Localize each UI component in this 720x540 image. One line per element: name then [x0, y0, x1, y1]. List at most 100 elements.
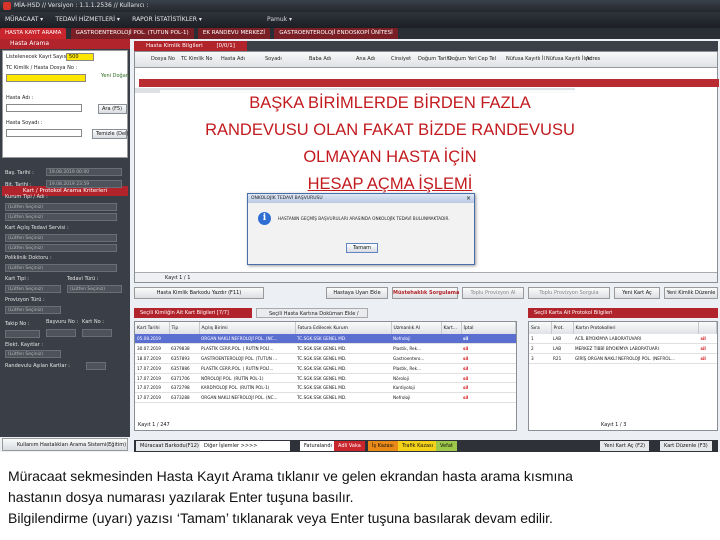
add-warning-button[interactable]: Hastaya Uyarı Ekle — [326, 287, 388, 299]
col-kart[interactable]: Kart... — [441, 322, 462, 334]
col-kart-protokolleri[interactable]: Kartın Protokolleri — [573, 322, 699, 334]
col-cinsiyet[interactable]: Cinsiyet — [391, 56, 411, 62]
surname-input[interactable] — [6, 129, 82, 137]
basvuru-no-input[interactable] — [46, 329, 76, 337]
print-barcode-button[interactable]: Hasta Kimlik Barkodu Yazdır (F11) — [134, 287, 264, 299]
new-born-label[interactable]: Yeni Doğan — [101, 73, 129, 79]
delete-link[interactable]: sil — [698, 353, 717, 364]
kurum-select[interactable]: (Lütfen Seçiniz) — [5, 203, 117, 211]
kurum-name-select[interactable]: (Lütfen Seçiniz) — [5, 213, 117, 221]
col-nufus-ilce[interactable]: Nüfusa Kayıtlı İlçe — [546, 56, 591, 62]
start-date-input[interactable]: 19.08.2019 00:00 — [46, 168, 122, 176]
app-logo-icon — [3, 2, 11, 10]
name-input[interactable] — [6, 104, 82, 112]
other-actions-button[interactable]: Diğer İşlemler >>>> — [200, 441, 290, 451]
menu-muracaat[interactable]: MÜRACAAT ▾ — [0, 12, 48, 28]
document-tab[interactable]: Seçili Hasta Kartına Doküman Ekle / Görü… — [256, 308, 368, 327]
delete-link[interactable]: sil — [461, 382, 516, 394]
col-tc[interactable]: TC Kimlik No — [181, 56, 212, 62]
table-cell — [441, 373, 461, 384]
muracaat-barcode-button[interactable]: Müracaat Barkodu(F12) — [136, 441, 203, 451]
menu-rapor[interactable]: RAPOR İSTATİSTİKLER ▾ — [127, 12, 207, 28]
delete-link[interactable]: sil — [461, 343, 516, 355]
menu-tedavi[interactable]: TEDAVİ HİZMETLERİ ▾ — [50, 12, 125, 28]
delete-link[interactable]: sil — [461, 392, 516, 404]
tab-gastro-endoskopi[interactable]: GASTROENTEROLOJİ ENDOSKOPİ ÜNİTESİ — [274, 28, 398, 39]
kart-no-input[interactable] — [82, 329, 112, 337]
table-row[interactable]: 30.07.2019 6379838 PLASTİK CERR.POL. ( RUT… — [135, 343, 516, 355]
bulk-provision-button[interactable]: Toplu Provizyon Al — [462, 287, 524, 299]
tedavi-turu-select[interactable]: (Lütfen Seçiniz) — [67, 285, 122, 293]
bulk-provision-query-button[interactable]: Toplu Provizyon Sorgula — [528, 287, 610, 299]
col-tip[interactable]: Tip — [169, 322, 200, 334]
selected-patient-row[interactable] — [139, 79, 719, 87]
col-uzmanlik[interactable]: Uzmanlık Al — [391, 322, 442, 334]
training-search-button[interactable]: Kullanım Hastalıkları Arama Sistemi(Eğit… — [2, 438, 128, 451]
col-dogum-tarihi[interactable]: Doğum Tarihi — [418, 56, 451, 62]
col-hasta-adi[interactable]: Hasta Adı — [221, 56, 245, 62]
col-ana-adi[interactable]: Ana Adı — [356, 56, 375, 62]
elekt-kayit-select[interactable]: (Lütfen Seçiniz) — [5, 350, 61, 358]
delete-link[interactable]: sil — [698, 343, 717, 355]
protocol-header: Seçili Karta Ait Protokol Bilgileri — [528, 308, 718, 318]
col-adres[interactable]: Adres — [586, 56, 600, 62]
tab-ek-randevu[interactable]: EK RANDEVU MERKEZİ — [197, 28, 270, 39]
table-row[interactable]: 1 LAB ACİL BİYOKİMYA LABORATUVARI sil — [529, 334, 717, 345]
table-row[interactable]: 18.07.2019 6357893 GASTROENTEROLOJİ POL. (… — [135, 353, 516, 364]
user-menu[interactable]: Pamuk ▾ — [262, 12, 297, 28]
col-fatura-kurum[interactable]: Fatura Edilecek Kurum — [295, 322, 392, 334]
ok-button[interactable]: Tamam — [346, 243, 378, 253]
delete-link[interactable]: sil — [461, 334, 516, 345]
tab-hasta-kayit-arama[interactable]: HASTA KAYIT ARAMA — [0, 28, 67, 39]
takip-no-input[interactable] — [5, 330, 40, 338]
end-date-input[interactable]: 19.08.2019 23:59 — [46, 180, 122, 188]
table-row[interactable]: 17.07.2019 6357886 PLASTİK CERR.POL. ( RUT… — [135, 363, 516, 374]
col-dogum-yeri[interactable]: Doğum Yeri — [448, 56, 477, 62]
col-prot[interactable]: Prot. — [551, 322, 574, 334]
new-card-button[interactable]: Yeni Kart Aç — [614, 287, 660, 299]
col-cep-tel[interactable]: Cep Tel — [478, 56, 496, 62]
delete-link[interactable]: sil — [461, 353, 516, 364]
col-baba-adi[interactable]: Baba Adı — [309, 56, 331, 62]
delete-link[interactable]: sil — [461, 363, 516, 374]
col-iptal[interactable]: İptal — [461, 322, 516, 334]
table-row[interactable]: 2 LAB MERKEZ TIBBİ BİYOKİMYA LABORATUARI si… — [529, 343, 717, 355]
identity-grid-pager[interactable]: Kayıt 1 / 1 — [135, 272, 717, 282]
delete-link[interactable]: sil — [698, 334, 717, 345]
kart-servis-select-2[interactable]: (Lütfen Seçiniz) — [5, 244, 117, 252]
table-row[interactable]: 3 R21 GİRİŞ ORGAN NAKLİ NEFROLOJİ POL. (NE… — [529, 353, 717, 364]
vefat-badge: Vefat — [436, 441, 457, 451]
card-grid-pager[interactable]: Kayıt 1 / 247 — [138, 422, 170, 428]
tab-gastro-pol[interactable]: GASTROENTEROLOJİ POL. (TUTUN POL-1) — [70, 28, 194, 39]
close-icon[interactable]: × — [466, 194, 471, 203]
delete-link[interactable]: sil — [461, 373, 516, 384]
table-row[interactable]: 17.07.2019 6372798 KARDİYOLOJİ POL. (RUTİN… — [135, 382, 516, 394]
new-card-f2-button[interactable]: Yeni Kart Aç (F2) — [600, 441, 650, 451]
table-cell: 17.07.2019 — [135, 382, 169, 394]
col-sira[interactable]: Sıra — [529, 322, 552, 334]
search-button[interactable]: Ara (F5) — [98, 104, 127, 114]
edit-card-f3-button[interactable]: Kart Düzenle (F3) — [660, 441, 712, 451]
col-acilis-birimi[interactable]: Açılış Birimi — [199, 322, 296, 334]
clear-button[interactable]: Temizle (Del) — [92, 129, 128, 139]
poli-doktor-select[interactable]: (Lütfen Seçiniz) — [5, 264, 117, 272]
eligibility-query-button[interactable]: Müstehaklık Sorgulama — [392, 287, 459, 299]
kart-tipi-select[interactable]: (Lütfen Seçiniz) — [5, 285, 61, 293]
edit-identity-button[interactable]: Yeni Kimlik Düzenle — [664, 287, 718, 299]
col-nufus-il[interactable]: Nüfusa Kayıtlı İl — [506, 56, 545, 62]
table-row[interactable]: 17.07.2019 6371706 NÖROLOJİ POL. (RUTİN PO… — [135, 373, 516, 384]
table-row[interactable]: 17.07.2019 6373288 ORGAN NAKLİ NEFROLOJİ P… — [135, 392, 516, 404]
col-soyadi[interactable]: Soyadı — [265, 56, 282, 62]
identity-tab[interactable]: Hasta Kimlik Bilgileri [0/0/1] — [134, 41, 247, 51]
col-kart-tarihi[interactable]: Kart Tarihi — [135, 322, 170, 334]
application-window: MİA-HSD // Versiyon : 1.1.1.2536 // Kull… — [0, 0, 720, 452]
tc-input[interactable] — [6, 74, 86, 82]
col-dosya-no[interactable]: Dosya No — [151, 56, 175, 62]
protocol-grid-pager[interactable]: Kayıt 1 / 3 — [601, 422, 626, 428]
table-row[interactable]: 05.08.2019 ORGAN NAKLİ NEFROLOJİ POL. (NC… — [135, 334, 516, 345]
table-cell: 6357893 — [169, 353, 199, 364]
daily-count-input[interactable]: 500 — [66, 53, 94, 61]
randevu-kart-select[interactable] — [86, 362, 106, 370]
provizyon-select[interactable]: (Lütfen Seçiniz) — [5, 306, 61, 314]
kart-servis-select[interactable]: (Lütfen Seçiniz) — [5, 234, 117, 242]
